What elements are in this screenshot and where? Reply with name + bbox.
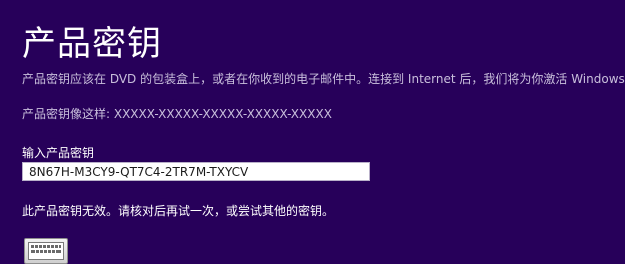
- key-format-example: 产品密钥像这样: XXXXX-XXXXX-XXXXX-XXXXX-XXXXX: [22, 107, 332, 121]
- key-input-label: 输入产品密钥: [22, 146, 95, 160]
- page-title: 产品密钥: [22, 24, 162, 64]
- product-key-page: 产品密钥 产品密钥应该在 DVD 的包装盒上，或者在你收到的电子邮件中。连接到 …: [0, 0, 625, 264]
- invalid-key-error: 此产品密钥无效。请核对后再试一次，或尝试其他的密钥。: [22, 204, 335, 218]
- keyboard-icon: [28, 242, 64, 260]
- key-description: 产品密钥应该在 DVD 的包装盒上，或者在你收到的电子邮件中。连接到 Inter…: [22, 72, 625, 86]
- product-key-input[interactable]: [22, 162, 370, 181]
- on-screen-keyboard-button[interactable]: [24, 238, 68, 264]
